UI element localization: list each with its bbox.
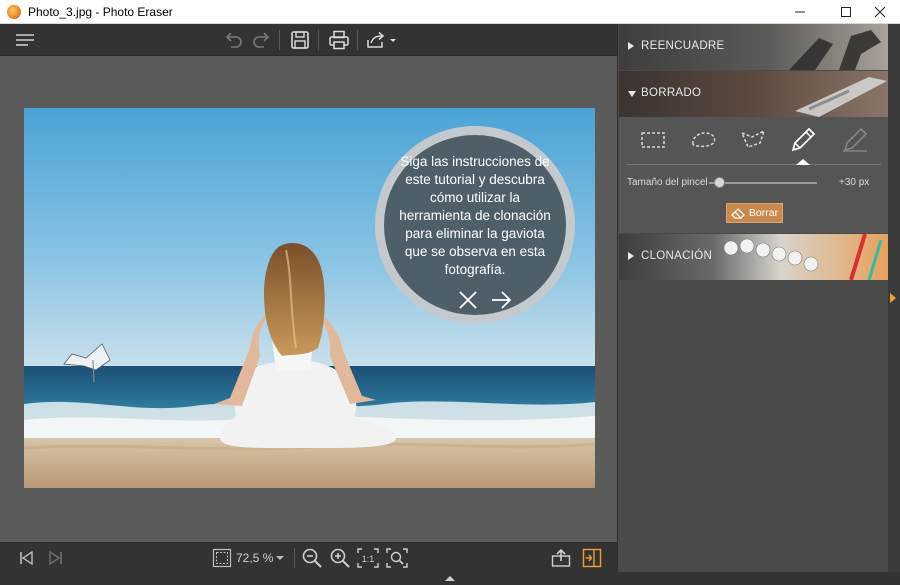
- share-icon: [367, 31, 396, 48]
- tool-selection-rail: [627, 164, 881, 165]
- expand-arrow-icon: [628, 42, 634, 50]
- save-button[interactable]: [287, 28, 313, 52]
- eraser-icon: [730, 208, 745, 219]
- menu-button[interactable]: [12, 28, 38, 52]
- main-toolbar: [0, 24, 617, 56]
- zoom-value[interactable]: 72,5 %: [236, 551, 273, 565]
- brush-tool[interactable]: [783, 125, 823, 155]
- app-logo-icon: [7, 5, 21, 19]
- side-panel: REENCUADRE BORRADO Tamaño del pincel +30…: [617, 24, 889, 572]
- minimize-icon: [795, 11, 805, 13]
- upload-icon: [551, 548, 571, 567]
- tutorial-tip-bubble: Siga las instrucciones de este tutorial …: [375, 126, 575, 324]
- expand-arrow-icon: [628, 252, 634, 260]
- actual-size-icon: 1:1: [357, 548, 379, 568]
- toolbar-divider: [279, 30, 280, 50]
- skip-next-icon: [49, 550, 62, 566]
- lasso-icon: [692, 132, 716, 148]
- toolbar-divider: [294, 548, 295, 568]
- image-canvas[interactable]: Siga las instrucciones de este tutorial …: [0, 56, 617, 542]
- zoom-out-icon: [302, 548, 322, 568]
- bottom-toolbar: 72,5 % 1:1: [0, 542, 617, 572]
- close-icon: [875, 7, 885, 17]
- toggle-panel-button[interactable]: [580, 547, 604, 569]
- brush-size-label: Tamaño del pincel: [627, 177, 708, 188]
- photo-eraser-window: Photo_3.jpg - Photo Eraser Siga las inst…: [0, 0, 900, 585]
- brush-size-value: +30 px: [839, 177, 870, 188]
- zoom-in-icon: [330, 548, 350, 568]
- rectangle-select-icon: [641, 132, 665, 148]
- zoom-out-button[interactable]: [300, 547, 324, 569]
- panel-expand-arrow-icon[interactable]: [890, 293, 896, 303]
- minimize-button[interactable]: [777, 0, 823, 24]
- chevron-down-icon: [276, 556, 284, 560]
- section-reencuadre[interactable]: REENCUADRE: [619, 24, 889, 70]
- chevron-up-icon[interactable]: [444, 574, 456, 582]
- brush-size-slider-thumb[interactable]: [714, 177, 726, 188]
- menu-icon: [16, 34, 34, 46]
- share-button[interactable]: [364, 28, 398, 52]
- actual-size-label: 1:1: [362, 554, 375, 564]
- export-button[interactable]: [549, 547, 573, 569]
- print-button[interactable]: [326, 28, 352, 52]
- close-button[interactable]: [857, 0, 900, 24]
- panel-toggle-icon: [582, 548, 602, 568]
- print-icon: [329, 30, 349, 50]
- section-reencuadre-label: REENCUADRE: [641, 40, 725, 52]
- zoom-frame-icon: [212, 548, 232, 568]
- tip-next-button[interactable]: [490, 290, 512, 310]
- lasso-tool[interactable]: [684, 125, 724, 155]
- arrow-right-icon: [492, 291, 512, 309]
- brush-icon: [791, 127, 816, 152]
- erase-button[interactable]: Borrar: [726, 203, 783, 223]
- window-title: Photo_3.jpg - Photo Eraser: [28, 5, 173, 19]
- tip-close-button[interactable]: [458, 290, 478, 310]
- polygon-lasso-tool[interactable]: [734, 125, 774, 155]
- eraser-pen-icon: [843, 127, 868, 152]
- fit-icon: [386, 548, 408, 568]
- title-bar: Photo_3.jpg - Photo Eraser: [0, 0, 900, 24]
- section-borrado[interactable]: BORRADO: [619, 71, 889, 117]
- brush-size-slider[interactable]: [709, 182, 817, 184]
- save-icon: [291, 31, 309, 49]
- tip-text: Siga las instrucciones de este tutorial …: [399, 154, 551, 277]
- close-icon: [459, 291, 477, 309]
- last-image-button[interactable]: [44, 547, 68, 569]
- section-borrado-label: BORRADO: [641, 87, 702, 99]
- erase-button-label: Borrar: [748, 207, 779, 219]
- collapse-arrow-icon: [628, 91, 636, 97]
- section-clonacion-label: CLONACIÓN: [641, 250, 713, 262]
- fit-to-window-button[interactable]: [385, 547, 409, 569]
- borrado-panel-body: Tamaño del pincel +30 px Borrar: [619, 117, 889, 233]
- undo-button[interactable]: [220, 28, 246, 52]
- status-strip: [0, 572, 900, 585]
- toolbar-divider: [357, 30, 358, 50]
- active-tool-marker: [796, 159, 810, 165]
- zoom-fit-area-button[interactable]: [210, 547, 234, 569]
- eraser-pen-tool[interactable]: [835, 125, 875, 155]
- skip-previous-icon: [20, 550, 33, 566]
- actual-size-button[interactable]: 1:1: [356, 547, 380, 569]
- rectangle-select-tool[interactable]: [633, 125, 673, 155]
- zoom-dropdown-button[interactable]: [273, 547, 287, 569]
- redo-icon: [253, 32, 270, 48]
- zoom-in-button[interactable]: [328, 547, 352, 569]
- maximize-icon: [841, 7, 851, 17]
- section-clonacion[interactable]: CLONACIÓN: [619, 234, 889, 280]
- toolbar-divider: [318, 30, 319, 50]
- polygon-lasso-icon: [740, 129, 766, 148]
- first-image-button[interactable]: [14, 547, 38, 569]
- redo-button[interactable]: [249, 28, 275, 52]
- undo-icon: [225, 32, 242, 48]
